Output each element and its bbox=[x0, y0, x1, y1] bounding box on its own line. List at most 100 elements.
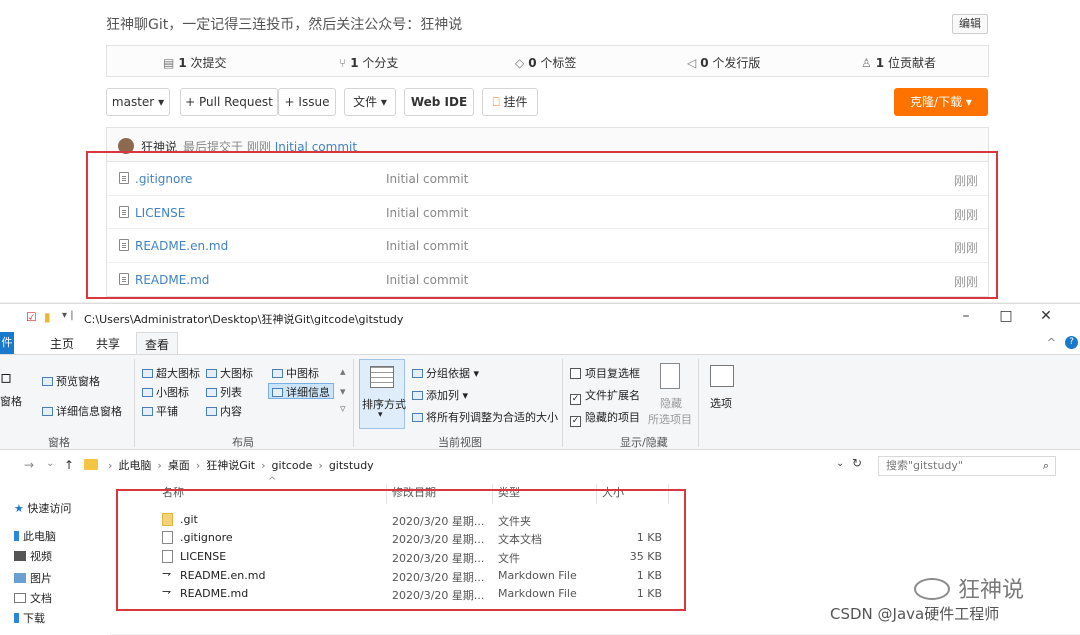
file-row[interactable]: README.en.md Initial commit 刚刚 bbox=[107, 229, 988, 263]
ribbon-view: ▫ 窗格 预览窗格 详细信息窗格 窗格 超大图标 大图标 中图标 小图标 列表 … bbox=[0, 354, 1080, 450]
properties-icon[interactable]: ☑ bbox=[26, 310, 37, 324]
file-commit-message[interactable]: Initial commit bbox=[386, 172, 468, 186]
layout-details[interactable]: 详细信息 bbox=[272, 384, 330, 400]
stat-releases[interactable]: ◁ 0 个发行版 bbox=[687, 54, 760, 71]
layout-scroll-up-icon[interactable]: ▴ bbox=[340, 365, 346, 378]
nav-downloads[interactable]: 下载 bbox=[14, 610, 45, 626]
file-name-link[interactable]: README.md bbox=[135, 273, 209, 287]
preview-pane-button[interactable]: 预览窗格 bbox=[42, 373, 100, 389]
nav-videos[interactable]: 视频 bbox=[14, 548, 52, 564]
layout-medium-icons[interactable]: 中图标 bbox=[272, 365, 319, 381]
details-pane-icon bbox=[42, 407, 53, 416]
nav-this-pc[interactable]: 此电脑 bbox=[14, 528, 56, 544]
group-by-button[interactable]: 分组依据 ▾ bbox=[412, 365, 479, 381]
ribbon-divider bbox=[353, 359, 354, 447]
file-name-link[interactable]: README.en.md bbox=[135, 239, 228, 253]
file-extensions-toggle[interactable]: ✓ 文件扩展名 bbox=[570, 387, 640, 405]
layout-expand-icon[interactable]: ▿ bbox=[340, 402, 346, 415]
search-input[interactable]: 搜索"gitstudy" ⌕ bbox=[878, 456, 1056, 476]
layout-tiles[interactable]: 平铺 bbox=[142, 403, 178, 419]
widget-button[interactable]: ⎕ 挂件 bbox=[482, 88, 538, 116]
column-divider[interactable] bbox=[668, 484, 669, 504]
issue-button[interactable]: + Issue bbox=[278, 88, 336, 116]
navigation-pane-icon[interactable]: ▫ bbox=[0, 369, 12, 387]
up-icon[interactable]: ↑ bbox=[64, 458, 74, 472]
maximize-icon[interactable]: □ bbox=[996, 308, 1016, 324]
branch-select[interactable]: master ▾ bbox=[106, 88, 170, 116]
pull-request-button[interactable]: + Pull Request bbox=[180, 88, 278, 116]
file-commit-message[interactable]: Initial commit bbox=[386, 273, 468, 287]
star-icon: ★ bbox=[14, 502, 24, 515]
layout-scroll-down-icon[interactable]: ▾ bbox=[340, 385, 346, 398]
commit-author[interactable]: 狂神说 bbox=[141, 138, 177, 155]
list-item[interactable]: ⇁ README.en.md 2020/3/20 星期... Markdown … bbox=[160, 567, 680, 585]
tab-share[interactable]: 共享 bbox=[96, 335, 120, 352]
add-column-button[interactable]: 添加列 ▾ bbox=[412, 387, 468, 403]
web-ide-button[interactable]: Web IDE bbox=[404, 88, 474, 116]
minimize-icon[interactable]: – bbox=[956, 308, 976, 324]
file-row[interactable]: .gitignore Initial commit 刚刚 bbox=[107, 162, 988, 196]
column-divider[interactable] bbox=[492, 484, 493, 504]
layout-list[interactable]: 列表 bbox=[206, 384, 242, 400]
avatar[interactable] bbox=[118, 138, 134, 154]
quick-access-dropdown-icon[interactable]: ▾ | bbox=[62, 310, 74, 321]
list-item[interactable]: LICENSE 2020/3/20 星期... 文件 35 KB bbox=[160, 548, 680, 566]
stat-commits[interactable]: ▤ 1 次提交 bbox=[163, 54, 227, 71]
navigation-pane-button[interactable]: 窗格 bbox=[0, 393, 22, 409]
commit-message-link[interactable]: Initial commit bbox=[275, 140, 357, 154]
breadcrumb-item[interactable]: gitstudy bbox=[329, 459, 374, 472]
layout-small-icons[interactable]: 小图标 bbox=[142, 384, 189, 400]
edit-button[interactable]: 编辑 bbox=[952, 14, 988, 34]
column-divider[interactable] bbox=[596, 484, 597, 504]
file-icon bbox=[162, 550, 173, 563]
fit-columns-button[interactable]: 将所有列调整为合适的大小 bbox=[412, 409, 558, 425]
layout-extra-large-icons[interactable]: 超大图标 bbox=[142, 365, 200, 381]
hidden-items-toggle[interactable]: ✓ 隐藏的项目 bbox=[570, 409, 640, 427]
file-name-link[interactable]: .gitignore bbox=[135, 172, 192, 186]
tab-file[interactable]: 件 bbox=[0, 332, 14, 354]
collapse-ribbon-icon[interactable]: ^ bbox=[1047, 336, 1056, 349]
nav-pictures[interactable]: 图片 bbox=[14, 570, 52, 586]
recent-locations-icon[interactable]: ⌄ bbox=[46, 458, 54, 469]
file-row[interactable]: LICENSE Initial commit 刚刚 bbox=[107, 196, 988, 229]
close-icon[interactable]: ✕ bbox=[1036, 308, 1056, 324]
stat-contributors[interactable]: ♙ 1 位贡献者 bbox=[861, 54, 936, 71]
tab-home[interactable]: 主页 bbox=[50, 335, 74, 352]
breadcrumb[interactable]: › 此电脑 › 桌面 › 狂神说Git › gitcode › gitstudy bbox=[84, 456, 374, 476]
options-button[interactable]: 选项 bbox=[710, 395, 732, 411]
file-name-link[interactable]: LICENSE bbox=[135, 206, 185, 220]
column-header-type[interactable]: 类型 bbox=[498, 484, 520, 500]
file-menu-button[interactable]: 文件 ▾ bbox=[344, 88, 396, 116]
nav-quick-access[interactable]: ★ 快速访问 bbox=[14, 500, 71, 516]
column-divider[interactable] bbox=[386, 484, 387, 504]
back-icon[interactable]: → bbox=[24, 458, 34, 472]
column-header-name[interactable]: 名称 bbox=[162, 484, 184, 500]
stat-branches[interactable]: ⑂ 1 个分支 bbox=[339, 54, 398, 71]
layout-large-icons[interactable]: 大图标 bbox=[206, 365, 253, 381]
list-item[interactable]: .gitignore 2020/3/20 星期... 文本文档 1 KB bbox=[160, 529, 680, 547]
file-row[interactable]: README.md Initial commit 刚刚 bbox=[107, 263, 988, 297]
address-dropdown-icon[interactable]: ⌄ bbox=[836, 458, 844, 469]
column-header-date[interactable]: 修改日期 bbox=[392, 484, 436, 500]
details-pane-button[interactable]: 详细信息窗格 bbox=[42, 403, 122, 419]
file-commit-message[interactable]: Initial commit bbox=[386, 239, 468, 253]
nav-documents[interactable]: 文档 bbox=[14, 590, 52, 606]
list-item[interactable]: .git 2020/3/20 星期... 文件夹 bbox=[160, 511, 680, 529]
breadcrumb-item[interactable]: 桌面 bbox=[168, 459, 190, 472]
clone-download-button[interactable]: 克隆/下载 ▾ bbox=[894, 88, 988, 116]
item-checkboxes-toggle[interactable]: 项目复选框 bbox=[570, 365, 640, 381]
layout-content[interactable]: 内容 bbox=[206, 403, 242, 419]
tab-view[interactable]: 查看 bbox=[136, 332, 179, 354]
breadcrumb-item[interactable]: gitcode bbox=[272, 459, 313, 472]
breadcrumb-item[interactable]: 狂神说Git bbox=[206, 459, 255, 472]
list-item[interactable]: ⇁ README.md 2020/3/20 星期... Markdown Fil… bbox=[160, 585, 680, 603]
file-commit-message[interactable]: Initial commit bbox=[386, 206, 468, 220]
group-label-current-view: 当前视图 bbox=[438, 436, 482, 449]
refresh-icon[interactable]: ↻ bbox=[852, 456, 862, 470]
new-folder-icon[interactable]: ▮ bbox=[44, 310, 51, 324]
stat-tags[interactable]: ◇ 0 个标签 bbox=[515, 54, 576, 71]
sort-by-button[interactable]: 排序方式 ▾ bbox=[359, 359, 406, 429]
column-header-size[interactable]: 大小 bbox=[602, 484, 624, 500]
help-icon[interactable]: ? bbox=[1065, 336, 1078, 349]
breadcrumb-item[interactable]: 此电脑 bbox=[118, 459, 151, 472]
